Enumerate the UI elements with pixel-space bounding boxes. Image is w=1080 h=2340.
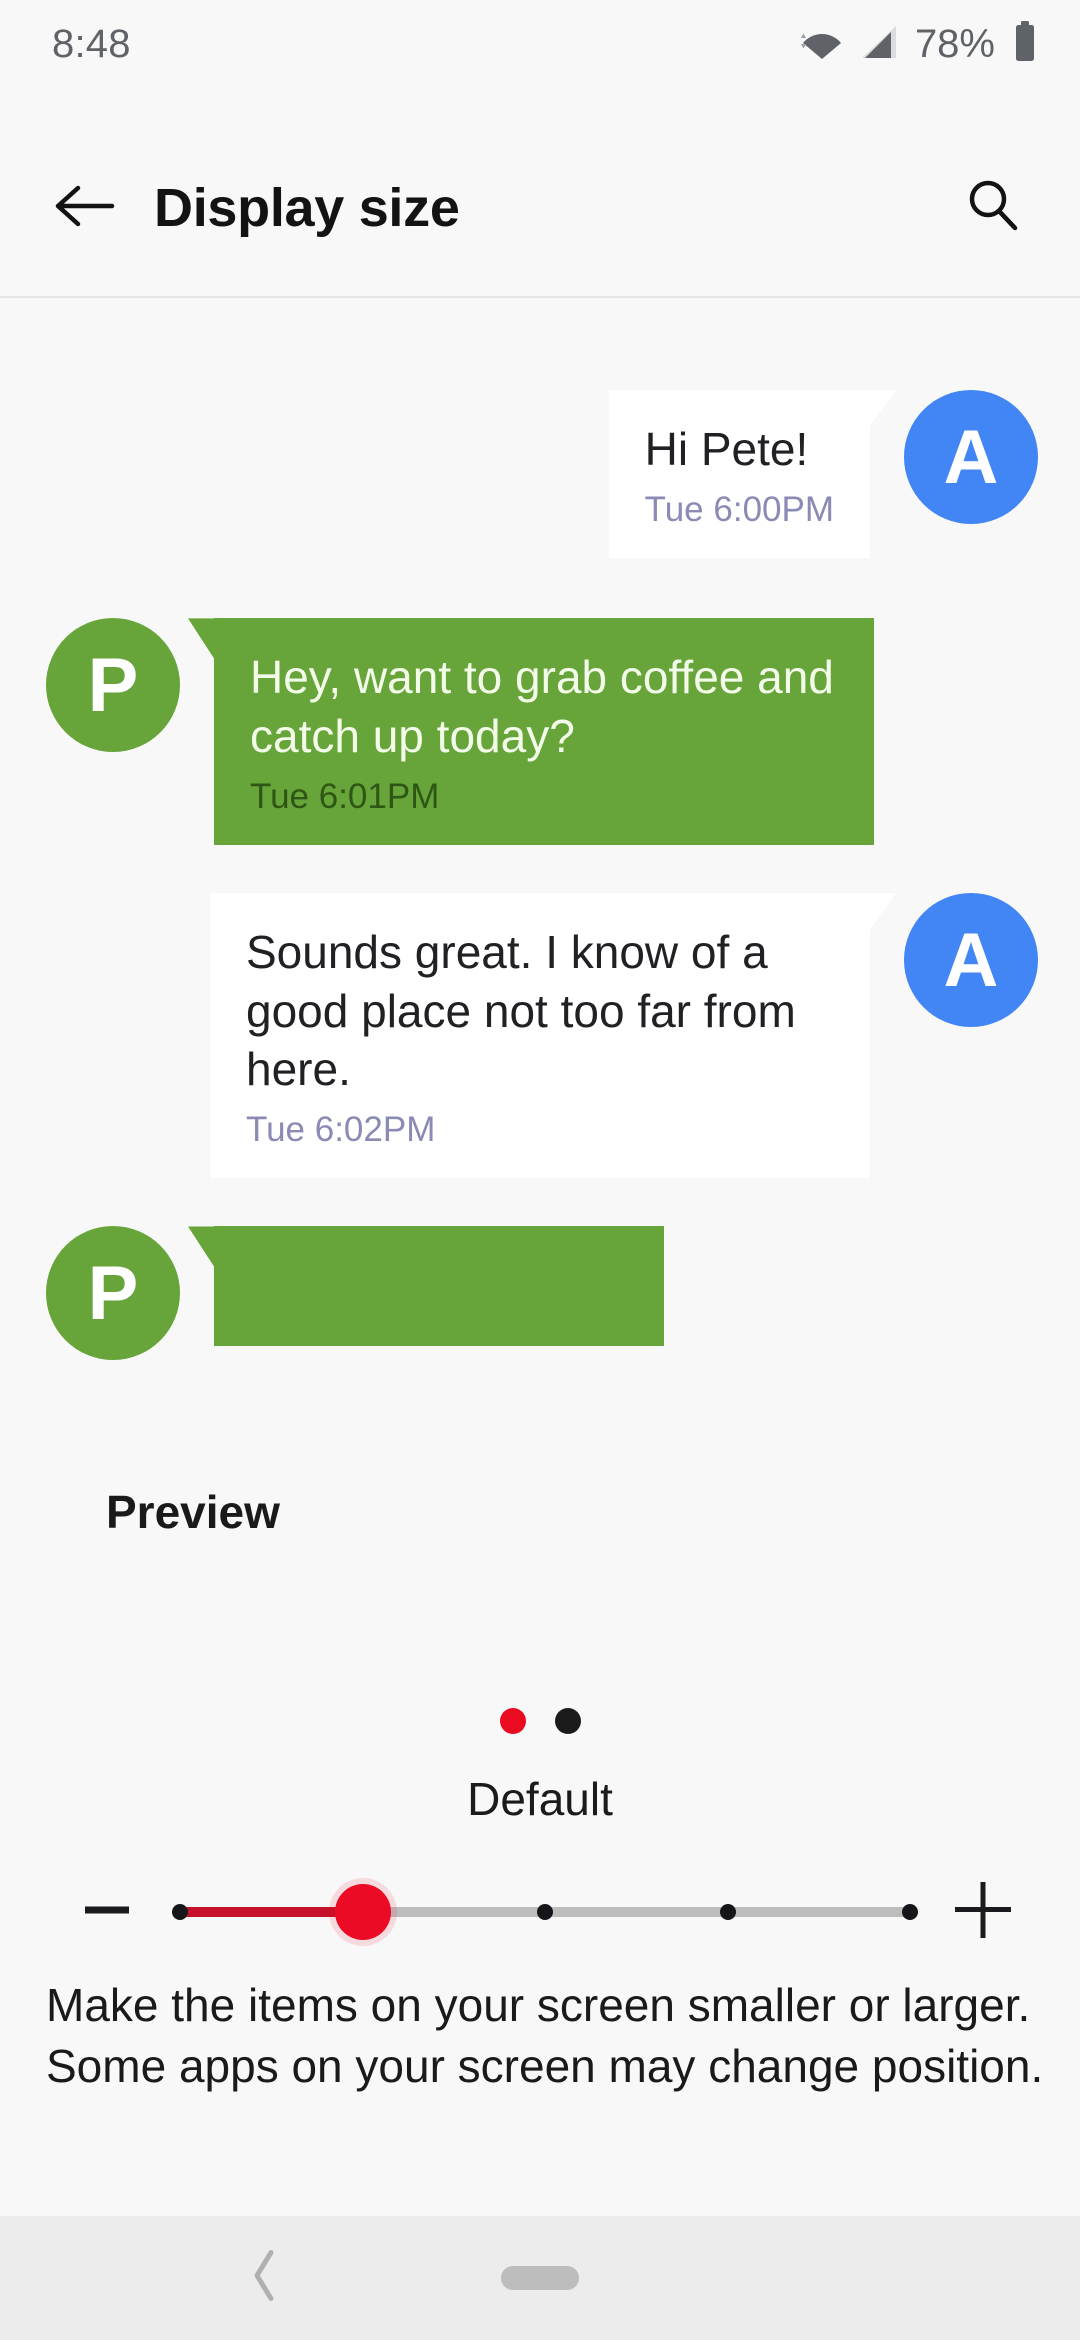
chat-message-row: P Hey, want to grab coffee and catch up … bbox=[0, 618, 1080, 846]
avatar: P bbox=[46, 1226, 180, 1361]
message-bubble[interactable]: Sounds great. I know of a good place not… bbox=[210, 893, 896, 1179]
message-text: Sounds great. I know of a good place not… bbox=[246, 926, 796, 1096]
slider-tick bbox=[902, 1904, 918, 1920]
status-bar-icons: 78% bbox=[799, 20, 1038, 68]
slider-tick bbox=[537, 1904, 553, 1920]
search-button[interactable] bbox=[954, 169, 1032, 247]
page-title: Display size bbox=[154, 178, 460, 238]
battery-percent-label: 78% bbox=[914, 21, 995, 66]
signal-icon bbox=[858, 22, 900, 67]
minus-icon bbox=[79, 1882, 135, 1943]
current-size-label: Default bbox=[467, 1773, 613, 1825]
app-bar-divider bbox=[0, 296, 1080, 298]
app-bar: Display size bbox=[0, 120, 1080, 296]
system-navigation-bar bbox=[0, 2216, 1080, 2340]
display-size-screen: 8:48 78% Display size Hi Pete! Tue 6:00P… bbox=[0, 0, 1080, 2340]
avatar: P bbox=[46, 618, 180, 753]
page-dot-inactive[interactable] bbox=[554, 1708, 581, 1734]
preview-label: Preview bbox=[106, 1486, 280, 1538]
plus-icon bbox=[951, 1878, 1015, 1947]
preview-chat-area: Hi Pete! Tue 6:00PM A P Hey, want to gra… bbox=[0, 300, 1080, 1460]
preview-page-dots bbox=[0, 1708, 1080, 1734]
wifi-icon bbox=[799, 22, 845, 67]
slider-tick bbox=[172, 1904, 188, 1920]
chat-message-row: Sounds great. I know of a good place not… bbox=[0, 893, 1080, 1179]
avatar: A bbox=[904, 390, 1038, 524]
message-text: Hey, want to grab coffee and catch up to… bbox=[250, 651, 834, 762]
slider-tick bbox=[719, 1904, 736, 1920]
display-size-description: Make the items on your screen smaller or… bbox=[46, 1979, 1044, 2093]
bubble-tail-icon bbox=[188, 1226, 214, 1267]
message-bubble[interactable]: Hi Pete! Tue 6:00PM bbox=[608, 390, 896, 559]
increase-size-button[interactable] bbox=[928, 1862, 1038, 1962]
message-bubble[interactable]: Hey, want to grab coffee and catch up to… bbox=[188, 618, 874, 846]
message-timestamp: Tue 6:01PM bbox=[250, 777, 440, 817]
slider-thumb[interactable] bbox=[334, 1884, 391, 1940]
bubble-tail-icon bbox=[870, 390, 896, 426]
decrease-size-button[interactable] bbox=[52, 1862, 162, 1962]
message-text: Hi Pete! bbox=[644, 423, 809, 475]
nav-home-pill-icon[interactable] bbox=[501, 2266, 579, 2290]
chat-message-row: Hi Pete! Tue 6:00PM A bbox=[0, 390, 1080, 559]
page-dot-active[interactable] bbox=[499, 1708, 526, 1734]
message-timestamp: Tue 6:02PM bbox=[246, 1110, 436, 1150]
message-bubble[interactable] bbox=[188, 1226, 664, 1347]
status-bar-clock: 8:48 bbox=[52, 21, 131, 66]
chat-message-row: P bbox=[0, 1226, 1080, 1361]
message-timestamp: Tue 6:00PM bbox=[644, 490, 834, 530]
bubble-tail-icon bbox=[188, 618, 214, 659]
search-icon bbox=[962, 175, 1024, 242]
status-bar: 8:48 78% bbox=[0, 0, 1080, 88]
back-button[interactable] bbox=[46, 169, 124, 247]
battery-icon bbox=[1012, 20, 1038, 68]
back-arrow-icon bbox=[54, 181, 116, 236]
bubble-tail-icon bbox=[870, 893, 896, 930]
avatar: A bbox=[904, 893, 1038, 1028]
display-size-slider[interactable] bbox=[172, 1862, 918, 1962]
nav-back-chevron-icon[interactable] bbox=[247, 2247, 281, 2310]
display-size-slider-row bbox=[0, 1862, 1080, 1962]
